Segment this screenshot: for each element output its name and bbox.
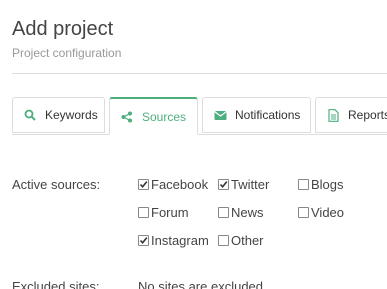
tab-bar: Keywords Sources Notifications Reports <box>12 97 387 135</box>
checkbox-empty-icon <box>298 179 309 190</box>
checkbox-checked-icon <box>218 179 229 190</box>
active-sources-label: Active sources: <box>12 177 101 192</box>
share-icon <box>120 110 134 124</box>
source-instagram-checkbox[interactable]: Instagram <box>138 233 209 248</box>
excluded-sites-label: Excluded sites: <box>12 279 100 289</box>
envelope-icon <box>213 108 227 122</box>
tab-sources-label: Sources <box>142 109 187 124</box>
source-blogs-checkbox[interactable]: Blogs <box>298 177 344 192</box>
source-forum-label: Forum <box>151 205 189 220</box>
tab-reports[interactable]: Reports <box>315 97 387 133</box>
tab-bar-baseline <box>12 134 387 135</box>
source-blogs-label: Blogs <box>311 177 344 192</box>
checkbox-checked-icon <box>138 235 149 246</box>
source-video-checkbox[interactable]: Video <box>298 205 344 220</box>
source-forum-checkbox[interactable]: Forum <box>138 205 189 220</box>
checkbox-empty-icon <box>218 207 229 218</box>
checkbox-empty-icon <box>138 207 149 218</box>
source-other-label: Other <box>231 233 264 248</box>
tab-notifications-label: Notifications <box>235 108 301 122</box>
page-title: Add project <box>12 18 114 40</box>
page-header: Add project Project configuration <box>12 16 121 60</box>
add-project-page: Add project Project configuration Keywor… <box>0 0 387 289</box>
header-divider <box>12 73 387 74</box>
source-facebook-label: Facebook <box>151 177 209 192</box>
source-instagram-label: Instagram <box>151 233 209 248</box>
tab-keywords[interactable]: Keywords <box>12 97 105 133</box>
document-icon <box>326 108 340 122</box>
source-video-label: Video <box>311 205 345 220</box>
tab-reports-label: Reports <box>348 108 387 122</box>
source-twitter-checkbox[interactable]: Twitter <box>218 177 269 192</box>
source-other-checkbox[interactable]: Other <box>218 233 264 248</box>
excluded-sites-value: No sites are excluded <box>138 279 264 289</box>
source-news-label: News <box>231 205 264 220</box>
page-subtitle: Project configuration <box>12 46 122 60</box>
source-facebook-checkbox[interactable]: Facebook <box>138 177 208 192</box>
search-icon <box>23 108 37 122</box>
checkbox-empty-icon <box>218 235 229 246</box>
tab-keywords-label: Keywords <box>45 108 98 122</box>
checkbox-checked-icon <box>138 179 149 190</box>
tab-sources[interactable]: Sources <box>109 97 198 135</box>
source-news-checkbox[interactable]: News <box>218 205 264 220</box>
checkbox-empty-icon <box>298 207 309 218</box>
source-twitter-label: Twitter <box>231 177 270 192</box>
tab-notifications[interactable]: Notifications <box>202 97 311 133</box>
